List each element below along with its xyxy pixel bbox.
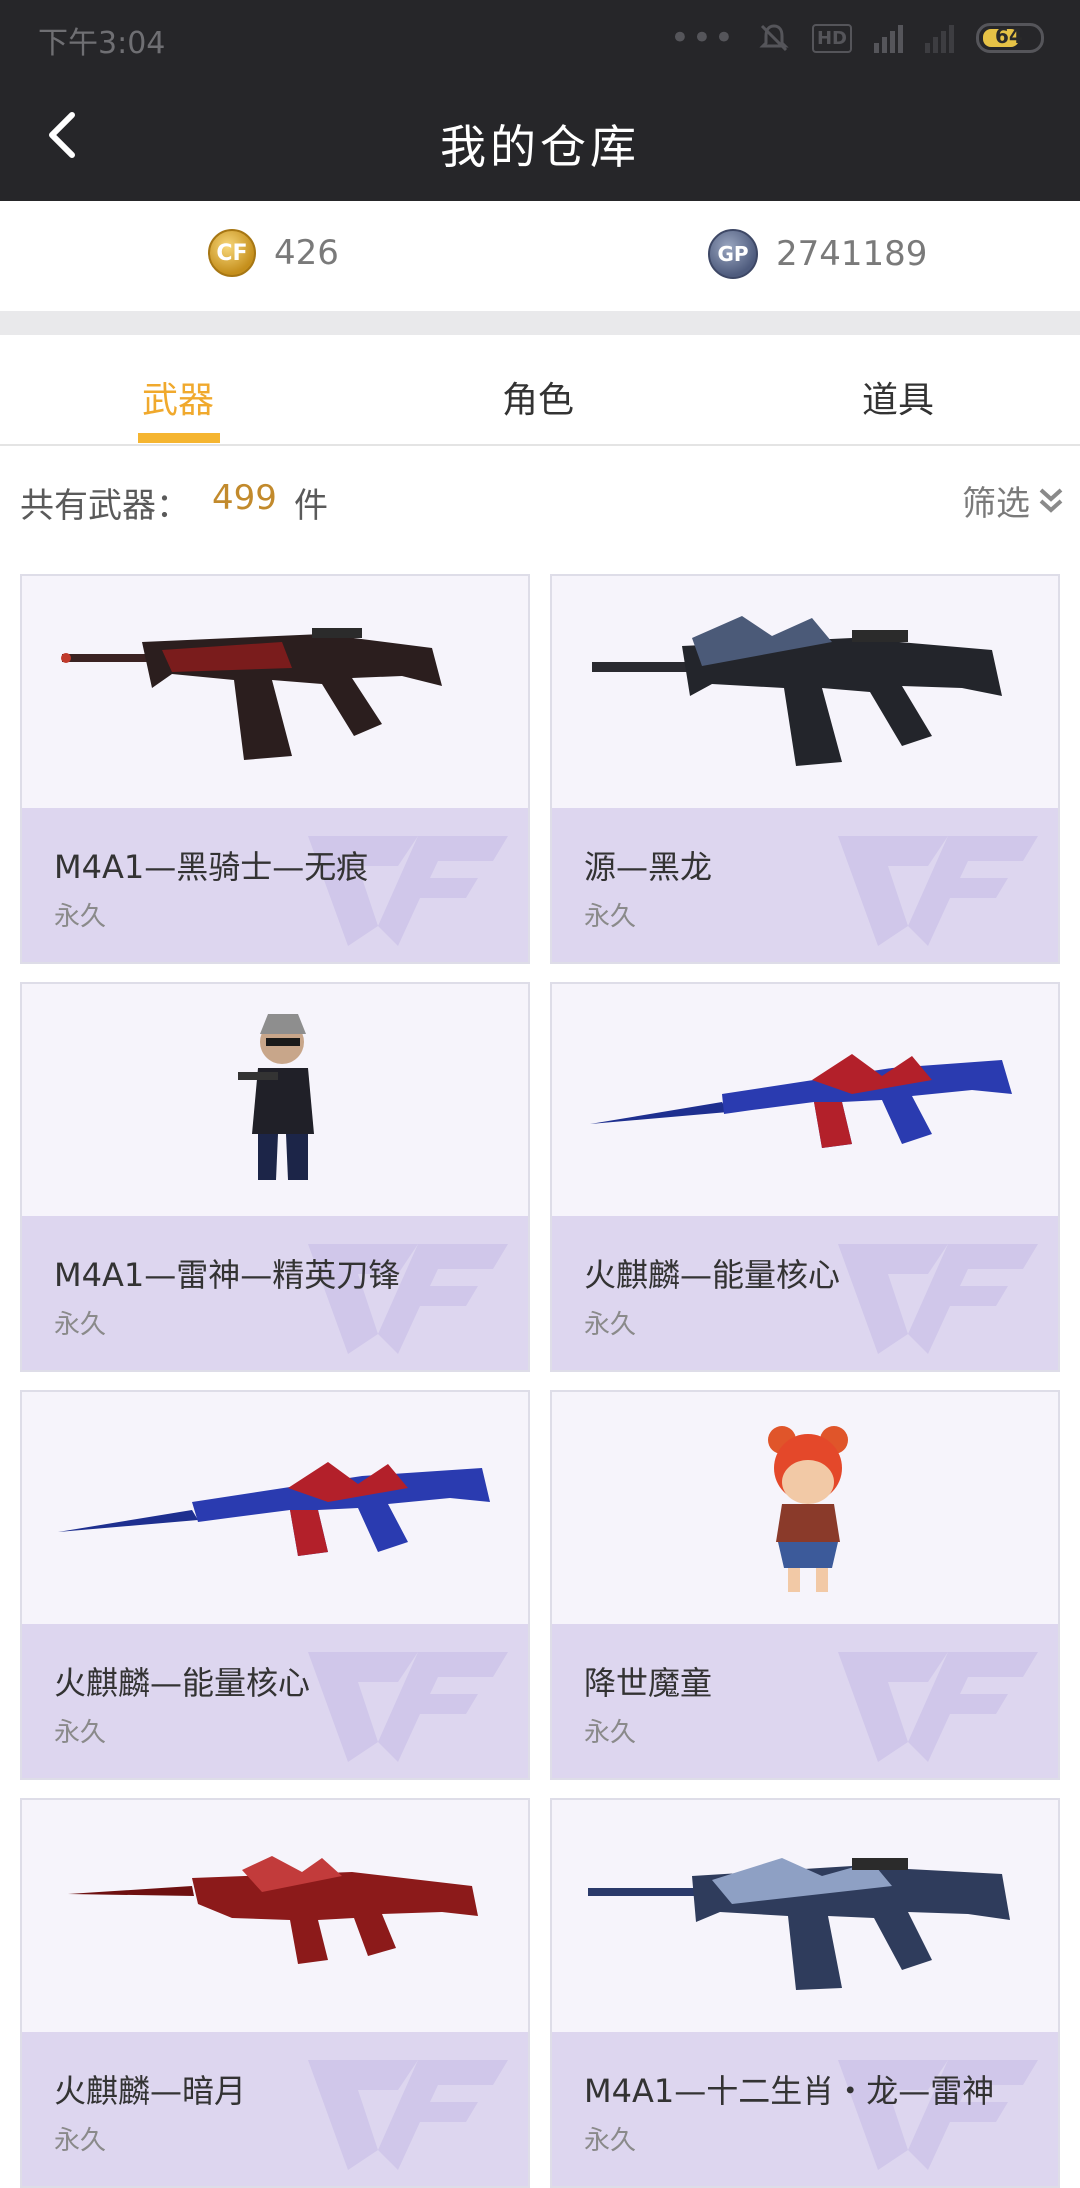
rifle-icon [68,1856,478,1964]
more-dots-icon: ••• [669,18,736,58]
tab-indicator [138,433,220,443]
item-image [552,1392,1058,1624]
item-card[interactable]: 源—黑龙 永久 [550,574,1060,964]
item-image [22,1800,528,2032]
filter-label: 筛选 [962,484,1030,524]
cf-logo-icon [308,1652,508,1762]
character-icon [238,1014,314,1180]
cf-points-value: 426 [274,233,339,273]
status-icons: ••• HD 64 [670,18,1044,58]
filter-button[interactable]: 筛选 [962,476,1064,525]
item-name: 降世魔童 [584,1664,713,1702]
item-image [552,1800,1058,2032]
item-image [22,576,528,808]
item-duration: 永久 [54,1718,107,1748]
gp-coin-icon: GP [708,229,758,279]
cf-logo-icon [838,1244,1038,1354]
app-header: 我的仓库 [0,75,1080,201]
item-duration: 永久 [584,1310,637,1340]
cf-logo-icon [838,1652,1038,1762]
item-image [552,576,1058,808]
count-unit: 件 [294,486,328,526]
item-name: M4A1—十二生肖・龙—雷神 [584,2072,995,2110]
item-name: M4A1—黑骑士—无痕 [54,848,369,886]
item-image [22,984,528,1216]
character-icon [768,1426,848,1592]
count-row: 共有武器： 499 件 筛选 [0,448,1080,552]
item-name: 火麒麟—暗月 [54,2072,247,2110]
tab-characters[interactable]: 角色 [502,371,574,423]
item-card[interactable]: M4A1—雷神—精英刀锋 永久 [20,982,530,1372]
item-duration: 永久 [584,2126,637,2156]
item-card[interactable]: M4A1—十二生肖・龙—雷神 永久 [550,1798,1060,2188]
gp-value: 2741189 [776,234,928,274]
status-time: 下午3:04 [38,26,166,61]
item-footer: M4A1—雷神—精英刀锋 永久 [22,1216,528,1370]
item-footer: M4A1—黑骑士—无痕 永久 [22,808,528,962]
cf-logo-icon [838,836,1038,946]
item-card[interactable]: 降世魔童 永久 [550,1390,1060,1780]
count-label: 共有武器： [20,486,190,526]
item-duration: 永久 [54,902,107,932]
cf-logo-icon [308,2060,508,2170]
item-footer: 降世魔童 永久 [552,1624,1058,1778]
item-name: 源—黑龙 [584,848,713,886]
item-duration: 永久 [584,1718,637,1748]
item-name: 火麒麟—能量核心 [54,1664,311,1702]
item-card[interactable]: 火麒麟—能量核心 永久 [550,982,1060,1372]
cf-points: CF 426 [208,229,339,277]
item-footer: 火麒麟—暗月 永久 [22,2032,528,2186]
item-image [552,984,1058,1216]
status-bar: 下午3:04 ••• HD 64 [0,0,1080,75]
hd-icon: HD [811,23,852,53]
item-duration: 永久 [54,1310,107,1340]
double-chevron-down-icon [1039,488,1063,513]
cf-coin-icon: CF [208,229,256,277]
battery-level: 64 [995,24,1023,48]
page-title: 我的仓库 [440,120,640,174]
item-card[interactable]: 火麒麟—能量核心 永久 [20,1390,530,1780]
item-image [22,1392,528,1624]
rifle-icon [588,1858,1010,1990]
item-footer: 火麒麟—能量核心 永久 [552,1216,1058,1370]
top-bar: 下午3:04 ••• HD 64 我的仓库 [0,0,1080,201]
rifle-icon [61,628,442,760]
item-footer: M4A1—十二生肖・龙—雷神 永久 [552,2032,1058,2186]
item-duration: 永久 [54,2126,107,2156]
rifle-icon [590,1054,1012,1148]
item-name: M4A1—雷神—精英刀锋 [54,1256,401,1294]
category-tabs: 武器 角色 道具 [0,335,1080,446]
item-footer: 火麒麟—能量核心 永久 [22,1624,528,1778]
item-name: 火麒麟—能量核心 [584,1256,841,1294]
item-footer: 源—黑龙 永久 [552,808,1058,962]
item-card[interactable]: M4A1—黑骑士—无痕 永久 [20,574,530,964]
count-value: 499 [212,478,277,518]
rifle-icon [592,616,1002,766]
tab-items[interactable]: 道具 [862,371,934,423]
rifle-icon [58,1462,490,1556]
currency-bar: CF 426 GP 2741189 [0,201,1080,311]
gp-points: GP 2741189 [708,229,927,279]
signal-2-icon [925,23,954,53]
item-duration: 永久 [584,902,637,932]
signal-icon [874,23,903,53]
mute-bell-icon [759,24,789,52]
tab-weapons[interactable]: 武器 [142,371,214,423]
battery-icon: 64 [976,23,1044,53]
item-card[interactable]: 火麒麟—暗月 永久 [20,1798,530,2188]
divider-band [0,311,1080,335]
